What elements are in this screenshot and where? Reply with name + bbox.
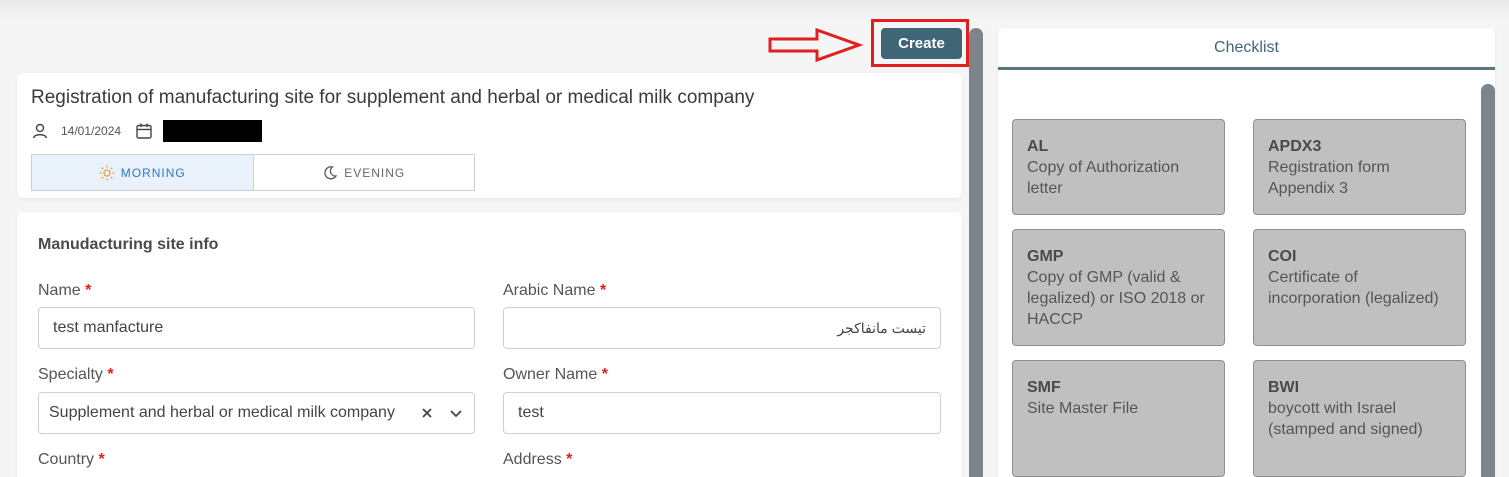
checklist-item-apdx3[interactable]: APDX3 Registration form Appendix 3 [1253, 119, 1466, 215]
checklist-title: Checklist [998, 28, 1495, 70]
request-header-card: Registration of manufacturing site for s… [17, 73, 962, 198]
required-mark: * [98, 451, 105, 468]
page-title: Registration of manufacturing site for s… [31, 87, 755, 108]
user-icon [32, 123, 48, 139]
country-label-text: Country [38, 451, 95, 468]
checklist-item-bwi[interactable]: BWI boycott with Israel (stamped and sig… [1253, 360, 1466, 477]
checklist-item-desc: Copy of GMP (valid & legalized) or ISO 2… [1027, 269, 1205, 328]
required-mark: * [107, 366, 114, 383]
checklist-item-desc: Certificate of incorporation (legalized) [1268, 269, 1439, 307]
arabic-name-label-text: Arabic Name [503, 282, 596, 299]
section-title: Manudacturing site info [38, 236, 219, 253]
owner-name-input[interactable] [503, 392, 941, 434]
meta-row: 14/01/2024 [31, 120, 263, 142]
checklist-scrollbar[interactable] [1481, 84, 1495, 477]
name-input[interactable] [38, 307, 475, 349]
create-button[interactable]: Create [881, 28, 962, 59]
address-label-text: Address [503, 451, 562, 468]
name-label: Name * [38, 282, 91, 300]
checklist-item-al[interactable]: AL Copy of Authorization letter [1012, 119, 1225, 215]
form-scrollbar[interactable] [969, 28, 983, 477]
moon-icon [324, 165, 338, 179]
annotation-arrow-icon [768, 27, 864, 63]
required-mark: * [601, 366, 608, 383]
checklist-item-code: AL [1027, 138, 1049, 155]
checklist-item-coi[interactable]: COI Certificate of incorporation (legali… [1253, 229, 1466, 346]
request-date: 14/01/2024 [61, 124, 122, 138]
required-mark: * [85, 282, 92, 299]
arabic-name-input[interactable] [503, 307, 941, 349]
address-label: Address * [503, 451, 572, 469]
checklist-item-desc: boycott with Israel (stamped and signed) [1268, 400, 1423, 438]
shift-morning-label: MORNING [120, 165, 186, 180]
checklist-item-smf[interactable]: SMF Site Master File [1012, 360, 1225, 477]
checklist-panel: Checklist AL Copy of Authorization lette… [998, 28, 1495, 477]
shift-evening-option[interactable]: EVENING [254, 155, 475, 190]
checklist-item-gmp[interactable]: GMP Copy of GMP (valid & legalized) or I… [1012, 229, 1225, 346]
checklist-item-desc: Copy of Authorization letter [1027, 159, 1180, 197]
checklist-item-code: COI [1268, 248, 1297, 265]
specialty-label-text: Specialty [38, 366, 103, 383]
specialty-value: Supplement and herbal or medical milk co… [49, 404, 395, 421]
shift-morning-option[interactable]: MORNING [32, 155, 254, 190]
redacted-block [163, 120, 263, 142]
shift-toggle: MORNING EVENING [31, 154, 475, 191]
checklist-item-code: SMF [1027, 379, 1061, 396]
owner-name-label: Owner Name * [503, 366, 608, 384]
checklist-item-code: GMP [1027, 248, 1064, 265]
required-mark: * [599, 282, 607, 299]
checklist-item-code: APDX3 [1268, 138, 1322, 155]
top-shade [0, 0, 1509, 22]
name-label-text: Name [38, 282, 81, 299]
chevron-down-icon[interactable] [448, 405, 464, 421]
specialty-label: Specialty * [38, 366, 114, 384]
shift-evening-label: EVENING [344, 165, 406, 180]
required-mark: * [566, 451, 573, 468]
specialty-select[interactable]: Supplement and herbal or medical milk co… [38, 392, 475, 434]
checklist-item-desc: Registration form Appendix 3 [1268, 159, 1390, 197]
checklist-item-desc: Site Master File [1027, 400, 1139, 417]
arabic-name-label: Arabic Name * [503, 282, 606, 300]
calendar-icon [136, 123, 152, 139]
country-label: Country * [38, 451, 105, 469]
sun-icon [99, 165, 115, 180]
owner-name-label-text: Owner Name [503, 366, 598, 383]
clear-icon[interactable] [420, 406, 434, 420]
manufacturing-site-form: Manudacturing site info Name * Arabic Na… [17, 212, 962, 477]
checklist-item-code: BWI [1268, 379, 1300, 396]
